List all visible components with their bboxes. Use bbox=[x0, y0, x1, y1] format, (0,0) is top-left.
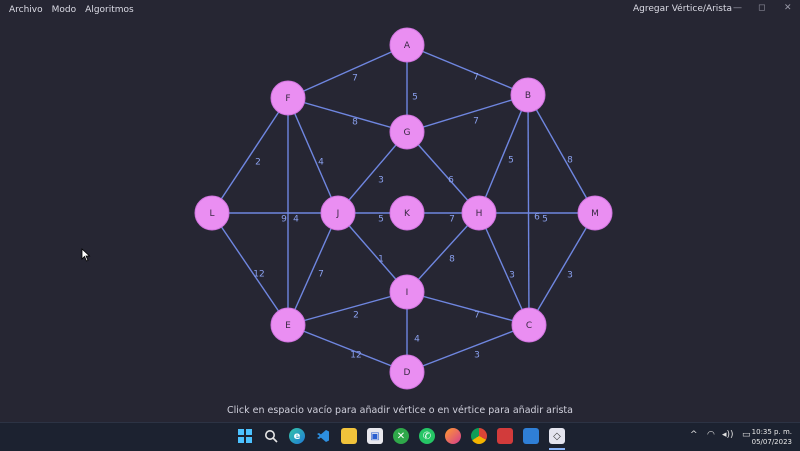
clock[interactable]: 10:35 p. m. 05/07/2023 bbox=[752, 427, 792, 447]
vertex-label-A: A bbox=[404, 41, 411, 51]
vertex-label-B: B bbox=[525, 91, 531, 101]
store-icon[interactable]: ▣ bbox=[367, 428, 383, 444]
edge-E-D[interactable] bbox=[287, 324, 408, 373]
vertex-label-G: G bbox=[404, 128, 411, 138]
search-icon[interactable] bbox=[263, 428, 279, 444]
xbox-icon[interactable]: ✕ bbox=[393, 428, 409, 444]
edge-weight-J-K: 5 bbox=[378, 215, 384, 225]
edge-weight-J-I: 1 bbox=[378, 255, 384, 265]
wifi-icon[interactable]: ◠ bbox=[707, 430, 715, 440]
mouse-pointer-icon bbox=[81, 248, 91, 262]
vertex-M[interactable]: M bbox=[577, 195, 613, 231]
whatsapp-icon[interactable]: ✆ bbox=[419, 428, 435, 444]
edge-weight-A-B: 7 bbox=[473, 73, 479, 83]
edge-F-J[interactable] bbox=[287, 97, 339, 214]
edge-F-G[interactable] bbox=[287, 97, 408, 133]
vertex-label-M: M bbox=[591, 209, 599, 219]
clock-time: 10:35 p. m. bbox=[751, 428, 792, 436]
vertex-I[interactable]: I bbox=[389, 274, 425, 310]
edge-weight-A-F: 7 bbox=[352, 74, 358, 84]
edge-B-M[interactable] bbox=[527, 94, 596, 214]
edge-weight-F-E: 9 bbox=[281, 215, 287, 225]
edge-weight-H-I: 8 bbox=[449, 255, 455, 265]
vertex-label-L: L bbox=[209, 209, 214, 219]
edge-B-G[interactable] bbox=[406, 94, 529, 133]
edge-B-H[interactable] bbox=[478, 94, 529, 214]
battery-icon[interactable]: ▭ bbox=[742, 430, 751, 440]
edge-weight-L-J: 4 bbox=[293, 215, 299, 225]
edge-weight-K-H: 7 bbox=[449, 215, 455, 225]
windows-start-icon[interactable] bbox=[237, 428, 253, 444]
edge-weight-L-E: 12 bbox=[253, 270, 264, 280]
file-explorer-icon[interactable] bbox=[341, 428, 357, 444]
edge-weight-D-C: 3 bbox=[474, 351, 480, 361]
edge-weight-B-M: 8 bbox=[567, 156, 573, 166]
edge-weight-B-C: 6 bbox=[534, 213, 540, 223]
edge-M-C[interactable] bbox=[528, 212, 596, 326]
edge-I-E[interactable] bbox=[287, 291, 408, 326]
app-red-icon[interactable] bbox=[497, 428, 513, 444]
vertices-layer: A B F G L J K H M I E C D bbox=[194, 27, 613, 390]
graph-canvas[interactable]: 7 758 72 493 65 864 5 7 512 71 83 32 7412 3 ABFGL J K H M… bbox=[0, 0, 800, 420]
edge-weight-H-M: 5 bbox=[542, 215, 548, 225]
vertex-J[interactable]: J bbox=[320, 195, 356, 231]
edge-weight-F-L: 2 bbox=[255, 158, 261, 168]
vertex-label-J: J bbox=[336, 209, 340, 219]
edge-browser-icon[interactable]: e bbox=[289, 428, 305, 444]
vertex-E[interactable]: E bbox=[270, 307, 306, 343]
tray-chevron-icon[interactable]: ^ bbox=[690, 430, 698, 440]
volume-icon[interactable]: ◂)) bbox=[722, 430, 734, 440]
edge-B-C[interactable] bbox=[527, 94, 530, 326]
edge-weight-I-D: 4 bbox=[414, 335, 420, 345]
vertex-label-C: C bbox=[526, 321, 532, 331]
edge-weight-E-D: 12 bbox=[350, 351, 361, 361]
edge-weight-B-H: 5 bbox=[508, 156, 514, 166]
vertex-label-F: F bbox=[285, 94, 290, 104]
edge-weight-H-C: 3 bbox=[509, 271, 515, 281]
vertex-K[interactable]: K bbox=[389, 195, 425, 231]
edge-weight-I-C: 7 bbox=[474, 311, 480, 321]
app-blue-icon[interactable] bbox=[523, 428, 539, 444]
vertex-D[interactable]: D bbox=[389, 354, 425, 390]
edge-H-C[interactable] bbox=[478, 212, 530, 326]
status-hint: Click en espacio vacío para añadir vérti… bbox=[227, 405, 573, 416]
firefox-icon[interactable] bbox=[445, 428, 461, 444]
vertex-B[interactable]: B bbox=[510, 77, 546, 113]
vscode-icon[interactable] bbox=[315, 428, 331, 444]
vertex-label-H: H bbox=[476, 209, 483, 219]
edge-A-F[interactable] bbox=[287, 44, 408, 99]
edge-J-E[interactable] bbox=[287, 212, 339, 326]
edge-weight-B-G: 7 bbox=[473, 117, 479, 127]
edge-weight-F-G: 8 bbox=[352, 118, 358, 128]
edge-weight-J-E: 7 bbox=[318, 270, 324, 280]
edge-D-C[interactable] bbox=[406, 324, 530, 373]
taskbar: e ▣ ✕ ✆ ◇ ^ ◠ ◂)) ▭ 10:35 p. m. 05/07/20… bbox=[0, 422, 800, 451]
edge-F-L[interactable] bbox=[211, 97, 289, 214]
edge-weight-F-J: 4 bbox=[318, 158, 324, 168]
clock-date: 05/07/2023 bbox=[751, 438, 792, 446]
vertex-label-E: E bbox=[285, 321, 291, 331]
edge-weight-I-E: 2 bbox=[353, 311, 359, 321]
vertex-H[interactable]: H bbox=[461, 195, 497, 231]
edge-I-C[interactable] bbox=[406, 291, 530, 326]
edge-weight-G-J: 3 bbox=[378, 176, 384, 186]
edge-A-B[interactable] bbox=[406, 44, 529, 96]
vertex-A[interactable]: A bbox=[389, 27, 425, 63]
vertex-label-D: D bbox=[404, 368, 411, 378]
edge-weight-M-C: 3 bbox=[567, 271, 573, 281]
edge-L-E[interactable] bbox=[211, 212, 289, 326]
vertex-C[interactable]: C bbox=[511, 307, 547, 343]
edge-weight-A-G: 5 bbox=[412, 93, 418, 103]
vertex-L[interactable]: L bbox=[194, 195, 230, 231]
graph-app-icon[interactable]: ◇ bbox=[549, 428, 565, 444]
vertex-F[interactable]: F bbox=[270, 80, 306, 116]
edge-weight-G-H: 6 bbox=[448, 176, 454, 186]
chrome-icon[interactable] bbox=[471, 428, 487, 444]
vertex-G[interactable]: G bbox=[389, 114, 425, 150]
vertex-label-I: I bbox=[406, 288, 409, 298]
